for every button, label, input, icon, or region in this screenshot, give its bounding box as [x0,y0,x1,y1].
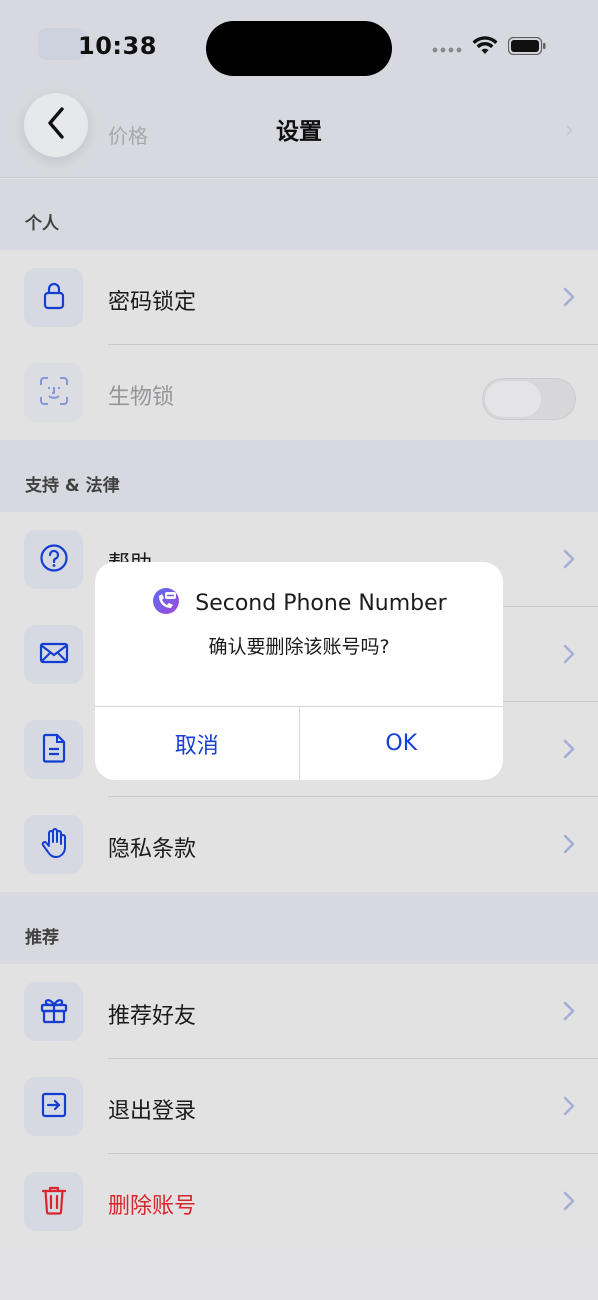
dialog-title: Second Phone Number [195,590,447,616]
dialog-buttons: 取消 OK [95,706,503,780]
dialog-header: Second Phone Number [95,586,503,620]
confirm-delete-dialog: Second Phone Number 确认要删除该账号吗? 取消 OK [95,562,503,780]
app-logo-icon [151,586,181,620]
dialog-message: 确认要删除该账号吗? [208,636,390,658]
ok-button[interactable]: OK [298,707,504,780]
cancel-button[interactable]: 取消 [95,707,299,780]
